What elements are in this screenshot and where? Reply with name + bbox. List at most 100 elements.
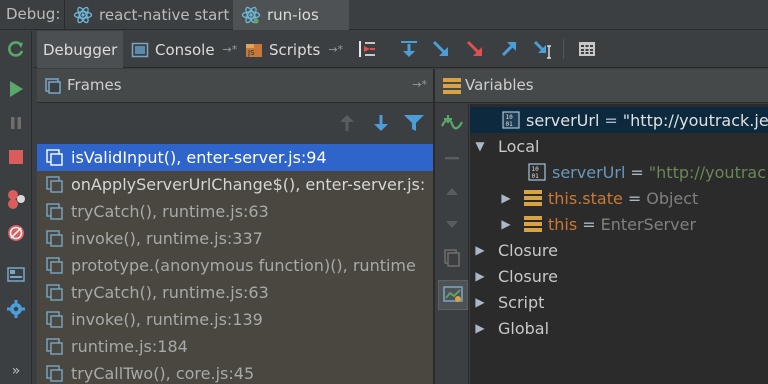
svg-text:10: 10 [506,114,514,121]
more-chevron-icon[interactable]: » [4,359,28,383]
frame-label: tryCatch(), runtime.js:63 [71,283,269,302]
frames-toolbar [37,104,433,144]
layout-settings-icon[interactable] [4,263,28,287]
watch-row-serverurl[interactable]: 10 01 serverUrl = "http://youtrack.je [470,107,768,133]
stack-frame-icon [46,202,63,220]
equals-sign: = [630,162,644,182]
equals-sign: = [604,110,618,130]
tree-node-this-state[interactable]: ▶ this.state = Object [470,185,698,211]
stack-frame-icon [46,175,63,193]
settings-gear-icon[interactable] [4,297,28,321]
tree-node-this[interactable]: ▶ this = EnterServer [470,211,696,237]
tree-node-local[interactable]: ▼ Local [470,133,539,159]
new-watch-icon[interactable] [440,112,464,136]
frames-list: isValidInput(), enter-server.js:94 onApp… [37,144,433,384]
collapsed-arrow-icon[interactable]: ▶ [472,295,488,309]
pause-icon[interactable] [4,111,28,135]
variable-value: "http://youtrack.je [622,110,768,130]
tree-node-closure[interactable]: ▶ Closure [470,263,558,289]
svg-text:01: 01 [506,121,514,128]
tree-node-serverurl[interactable]: 10 01 serverUrl = "http://youtrac [470,159,766,185]
primitive-value-icon: 1001 [502,111,520,129]
collapsed-arrow-icon[interactable]: ▶ [472,243,488,257]
step-into-icon[interactable] [429,37,453,61]
variables-panel-header: Variables [435,69,768,103]
frame-label: tryCatch(), runtime.js:63 [71,202,269,221]
stack-frame-icon [46,256,63,274]
frame-label: invoke(), runtime.js:337 [71,229,263,248]
tree-node-global[interactable]: ▶ Global [470,315,549,341]
scope-label: Closure [498,266,558,286]
move-up-icon[interactable] [440,180,464,204]
run-to-cursor-icon[interactable] [531,37,555,61]
frame-item[interactable]: tryCatch(), runtime.js:63 [37,198,433,225]
resume-icon[interactable] [4,77,28,101]
debugger-toolbar: Debugger Console →* JS Scripts →* [33,31,768,68]
variable-name: this.state [548,188,623,208]
frame-label: runtime.js:184 [71,337,188,356]
tab-label: run-ios [267,6,319,24]
stack-frame-icon [46,283,63,301]
scope-label: Global [498,318,550,338]
force-step-into-icon[interactable] [463,37,487,61]
evaluate-expression-icon[interactable] [575,37,599,61]
frame-item[interactable]: isValidInput(), enter-server.js:94 [37,144,433,171]
tab-run-ios[interactable]: run-ios [233,0,349,30]
pin-icon: →* [328,43,344,56]
view-breakpoints-icon[interactable] [4,187,28,211]
frame-item[interactable]: runtime.js:184 [37,333,433,360]
show-watches-in-variables-icon[interactable] [438,280,468,310]
step-out-icon[interactable] [497,37,521,61]
frame-item[interactable]: prototype.(anonymous function)(), runtim… [37,252,433,279]
svg-text:10: 10 [532,166,540,173]
frame-item[interactable]: tryCatch(), runtime.js:63 [37,279,433,306]
previous-frame-icon[interactable] [337,113,357,133]
mute-breakpoints-icon[interactable] [4,221,28,245]
show-execution-point-icon[interactable] [355,37,379,61]
variable-name: this [548,214,578,234]
collapsed-arrow-icon[interactable]: ▶ [472,269,488,283]
next-frame-icon[interactable] [371,113,391,133]
variable-name: serverUrl [552,162,626,182]
frame-label: onApplyServerUrlChange$(), enter-server.… [71,175,426,194]
frame-item[interactable]: onApplyServerUrlChange$(), enter-server.… [37,171,433,198]
frame-item[interactable]: invoke(), runtime.js:337 [37,225,433,252]
debug-tab-bar: Debug: react-native start run-ios [0,0,768,30]
collapsed-arrow-icon[interactable]: ▶ [498,217,514,231]
stop-icon[interactable] [4,145,28,169]
move-down-icon[interactable] [440,212,464,236]
frame-label: invoke(), runtime.js:139 [71,310,263,329]
variable-name: serverUrl [526,110,600,130]
primitive-value-icon: 1001 [528,163,546,181]
tab-console[interactable]: Console →* [125,31,237,68]
frames-title: Frames [67,76,122,94]
stack-frame-icon [46,310,63,328]
step-over-icon[interactable] [397,37,421,61]
remove-watch-icon[interactable] [440,146,464,170]
pin-icon[interactable]: →* [412,78,427,91]
tab-label: Debugger [43,40,118,59]
frame-item[interactable]: tryCallTwo(), core.js:45 [37,360,433,384]
frames-panel-header: Frames →* [37,69,433,103]
frame-item[interactable]: invoke(), runtime.js:139 [37,306,433,333]
tab-debugger[interactable]: Debugger [37,31,123,68]
react-icon [73,5,93,25]
tab-react-native-start[interactable]: react-native start [64,0,250,30]
tree-node-closure[interactable]: ▶ Closure [470,237,558,263]
tree-node-script[interactable]: ▶ Script [470,289,544,315]
variable-value: Object [646,188,699,208]
tab-label: Scripts [269,40,321,59]
stack-frame-icon [46,148,63,166]
copy-icon[interactable] [440,246,464,270]
tab-label: react-native start [99,6,230,24]
variables-title: Variables [465,76,534,94]
collapsed-arrow-icon[interactable]: ▶ [472,321,488,335]
rerun-icon[interactable] [4,37,28,61]
toolbar-separator [563,39,564,59]
frame-label: prototype.(anonymous function)(), runtim… [71,256,416,275]
svg-text:01: 01 [532,173,540,180]
frame-label: tryCallTwo(), core.js:45 [71,364,255,383]
collapsed-arrow-icon[interactable]: ▶ [498,191,514,205]
expanded-arrow-icon[interactable]: ▼ [472,139,488,153]
filter-icon[interactable] [403,113,425,133]
